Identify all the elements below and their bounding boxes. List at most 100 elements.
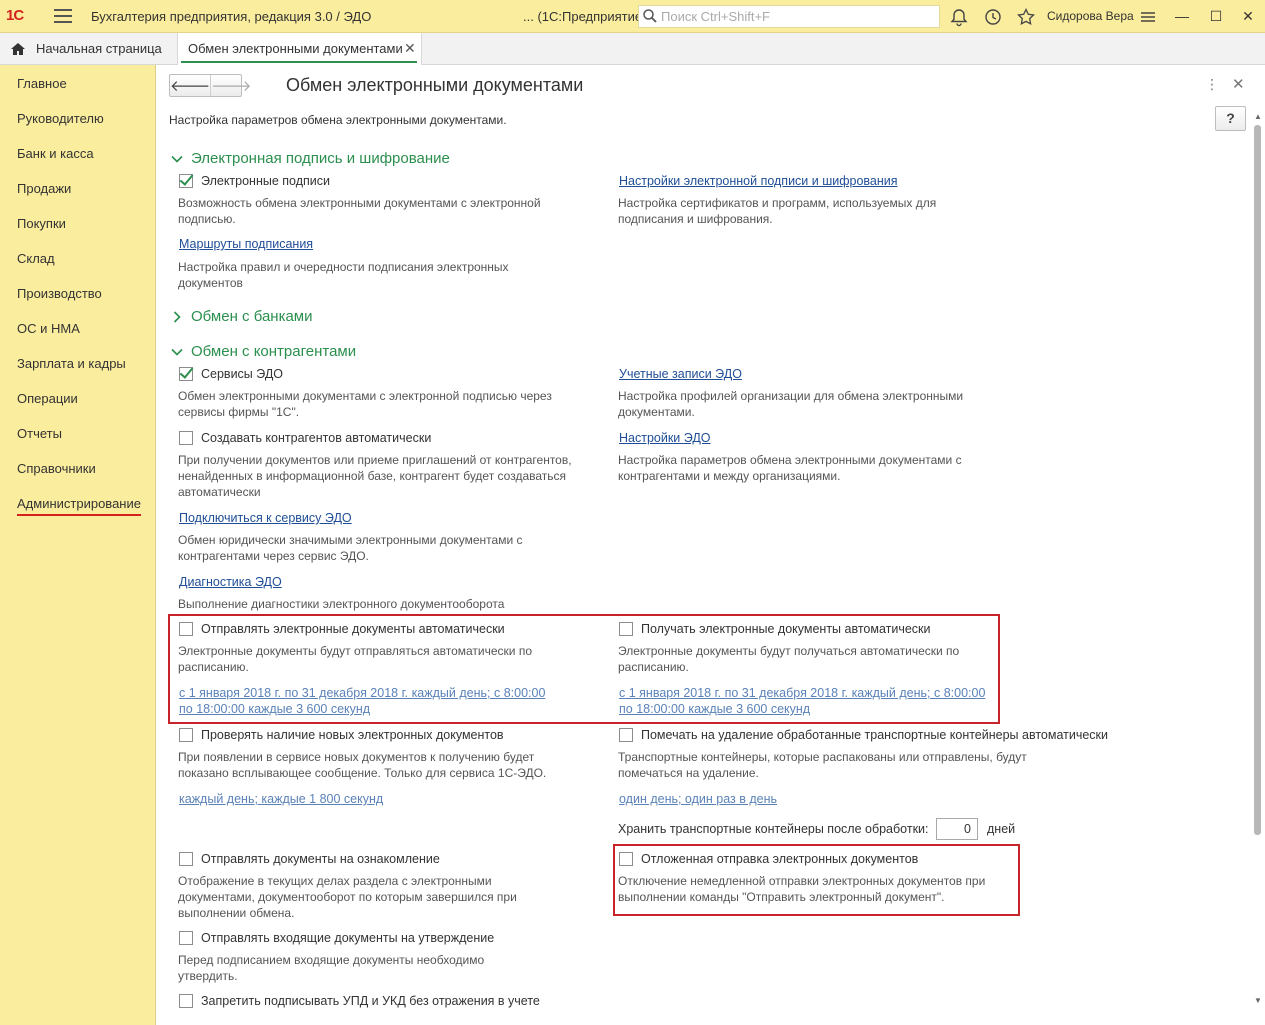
sidebar-item-administration[interactable]: Администрирование: [17, 496, 141, 516]
desc-create-counterparties: При получении документов или приеме приг…: [178, 453, 572, 499]
help-button[interactable]: ?: [1215, 106, 1246, 131]
forward-button[interactable]: 🡒: [211, 75, 251, 96]
keep-days-input[interactable]: [936, 818, 978, 840]
user-name[interactable]: Сидорова Вера: [1047, 9, 1134, 23]
checkbox[interactable]: [179, 622, 193, 636]
cb-label: Помечать на удаление обработанные трансп…: [641, 728, 1108, 742]
cb-deferred-send[interactable]: Отложенная отправка электронных документ…: [619, 852, 918, 866]
sidebar-item-operations[interactable]: Операции: [17, 391, 78, 406]
link-signature-settings[interactable]: Настройки электронной подписи и шифрован…: [619, 174, 898, 188]
bell-icon[interactable]: [949, 7, 969, 27]
sidebar-item-warehouse[interactable]: Склад: [17, 251, 55, 266]
link-send-schedule[interactable]: с 1 января 2018 г. по 31 декабря 2018 г.…: [179, 685, 549, 717]
back-button[interactable]: 🡐: [170, 75, 212, 96]
link-delete-schedule[interactable]: один день; один раз в день: [619, 792, 777, 806]
cb-mark-delete[interactable]: Помечать на удаление обработанные трансп…: [619, 728, 1108, 742]
checkbox[interactable]: [179, 367, 193, 381]
section-banks-header[interactable]: Обмен с банками: [171, 308, 313, 325]
cb-incoming-approval[interactable]: Отправлять входящие документы на утвержд…: [179, 931, 494, 945]
sidebar-item-purchases[interactable]: Покупки: [17, 216, 66, 231]
sidebar-item-salary[interactable]: Зарплата и кадры: [17, 356, 126, 371]
checkbox[interactable]: [179, 994, 193, 1008]
desc-edo-settings: Настройка параметров обмена электронными…: [618, 453, 962, 483]
cb-label: Проверять наличие новых электронных доку…: [201, 728, 504, 742]
desc-edo-accounts: Настройка профилей организации для обмен…: [618, 389, 964, 419]
cb-forbid-sign[interactable]: Запретить подписывать УПД и УКД без отра…: [179, 994, 540, 1008]
sidebar-item-bank[interactable]: Банк и касса: [17, 146, 94, 161]
cb-send-review[interactable]: Отправлять документы на ознакомление: [179, 852, 440, 866]
link-edo-settings[interactable]: Настройки ЭДО: [619, 431, 711, 445]
desc-e-signatures: Возможность обмена электронными документ…: [178, 196, 541, 226]
desc-routes: Настройка правил и очередности подписани…: [178, 260, 509, 290]
cb-label: Отправлять входящие документы на утвержд…: [201, 931, 495, 945]
checkbox[interactable]: [179, 174, 193, 188]
settings-menu-icon[interactable]: [1138, 7, 1158, 27]
cb-label: Сервисы ЭДО: [201, 367, 284, 381]
section-signature-header[interactable]: Электронная подпись и шифрование: [171, 150, 450, 167]
more-icon[interactable]: ⋮: [1205, 76, 1219, 93]
section-counterparties-header[interactable]: Обмен с контрагентами: [171, 343, 356, 360]
link-check-schedule[interactable]: каждый день; каждые 1 800 секунд: [179, 792, 383, 806]
checkbox[interactable]: [179, 431, 193, 445]
cb-e-signatures[interactable]: Электронные подписи: [179, 174, 330, 188]
global-search[interactable]: [638, 5, 940, 28]
sidebar-item-reports[interactable]: Отчеты: [17, 426, 62, 441]
menu-icon[interactable]: [54, 9, 72, 23]
link-connect-edo[interactable]: Подключиться к сервису ЭДО: [179, 511, 352, 525]
star-icon[interactable]: [1016, 7, 1036, 27]
sidebar-item-assets[interactable]: ОС и НМА: [17, 321, 80, 336]
link-edo-accounts[interactable]: Учетные записи ЭДО: [619, 367, 742, 381]
close-form-icon[interactable]: ✕: [1232, 75, 1245, 93]
cb-check-new[interactable]: Проверять наличие новых электронных доку…: [179, 728, 504, 742]
cb-label: Отложенная отправка электронных документ…: [641, 852, 919, 866]
history-icon[interactable]: [983, 7, 1003, 27]
page-title: Обмен электронными документами: [286, 75, 584, 95]
cb-label: Получать электронные документы автоматич…: [641, 622, 931, 636]
search-input[interactable]: [661, 8, 931, 25]
cb-create-counterparties[interactable]: Создавать контрагентов автоматически: [179, 431, 431, 445]
checkbox[interactable]: [619, 728, 633, 742]
tab-close-icon[interactable]: ✕: [404, 40, 416, 57]
sidebar-item-production[interactable]: Производство: [17, 286, 102, 301]
tab-home[interactable]: Начальная страница: [0, 33, 172, 64]
tab-edo-label: Обмен электронными документами: [188, 41, 403, 56]
page-intro: Настройка параметров обмена электронными…: [169, 113, 507, 127]
scroll-down-arrow[interactable]: ▼: [1253, 996, 1263, 1006]
checkbox[interactable]: [179, 852, 193, 866]
link-routes[interactable]: Маршруты подписания: [179, 237, 313, 251]
sidebar-item-sales[interactable]: Продажи: [17, 181, 71, 196]
scroll-up-arrow[interactable]: ▲: [1253, 112, 1263, 122]
sidebar-item-main[interactable]: Главное: [17, 76, 67, 91]
cb-edo-services[interactable]: Сервисы ЭДО: [179, 367, 283, 381]
section-banks-title: Обмен с банками: [191, 308, 313, 325]
link-receive-schedule[interactable]: с 1 января 2018 г. по 31 декабря 2018 г.…: [619, 685, 989, 717]
cb-send-auto[interactable]: Отправлять электронные документы автомат…: [179, 622, 505, 636]
app-title: Бухгалтерия предприятия, редакция 3.0 / …: [91, 9, 372, 24]
cb-label: Электронные подписи: [201, 174, 330, 188]
checkbox[interactable]: [619, 852, 633, 866]
desc-mark-delete: Транспортные контейнеры, которые распако…: [618, 750, 1027, 780]
checkbox[interactable]: [179, 931, 193, 945]
checkbox[interactable]: [179, 728, 193, 742]
title-bar: 1С Бухгалтерия предприятия, редакция 3.0…: [0, 0, 1265, 33]
tab-home-label: Начальная страница: [36, 41, 162, 56]
desc-incoming-approval: Перед подписанием входящие документы нео…: [178, 953, 485, 983]
minimize-button[interactable]: —: [1172, 6, 1192, 26]
sidebar-item-catalogs[interactable]: Справочники: [17, 461, 96, 476]
keep-containers-label: Хранить транспортные контейнеры после об…: [618, 822, 929, 836]
desc-edo-services: Обмен электронными документами с электро…: [178, 389, 552, 419]
tab-edo[interactable]: Обмен электронными документами ✕: [177, 33, 422, 65]
maximize-button[interactable]: ☐: [1206, 6, 1226, 26]
desc-connect-edo: Обмен юридически значимыми электронными …: [178, 533, 523, 563]
desc-deferred-send: Отключение немедленной отправки электрон…: [618, 874, 986, 904]
chevron-down-icon: [171, 348, 183, 356]
sidebar-item-director[interactable]: Руководителю: [17, 111, 104, 126]
close-window-button[interactable]: ✕: [1238, 6, 1258, 26]
cb-receive-auto[interactable]: Получать электронные документы автоматич…: [619, 622, 931, 636]
app-logo: 1С: [6, 7, 24, 24]
link-edo-diagnostics[interactable]: Диагностика ЭДО: [179, 575, 282, 589]
chevron-down-icon: [171, 155, 183, 163]
scrollbar-thumb[interactable]: [1254, 125, 1261, 835]
desc-check-new: При появлении в сервисе новых документов…: [178, 750, 547, 780]
checkbox[interactable]: [619, 622, 633, 636]
